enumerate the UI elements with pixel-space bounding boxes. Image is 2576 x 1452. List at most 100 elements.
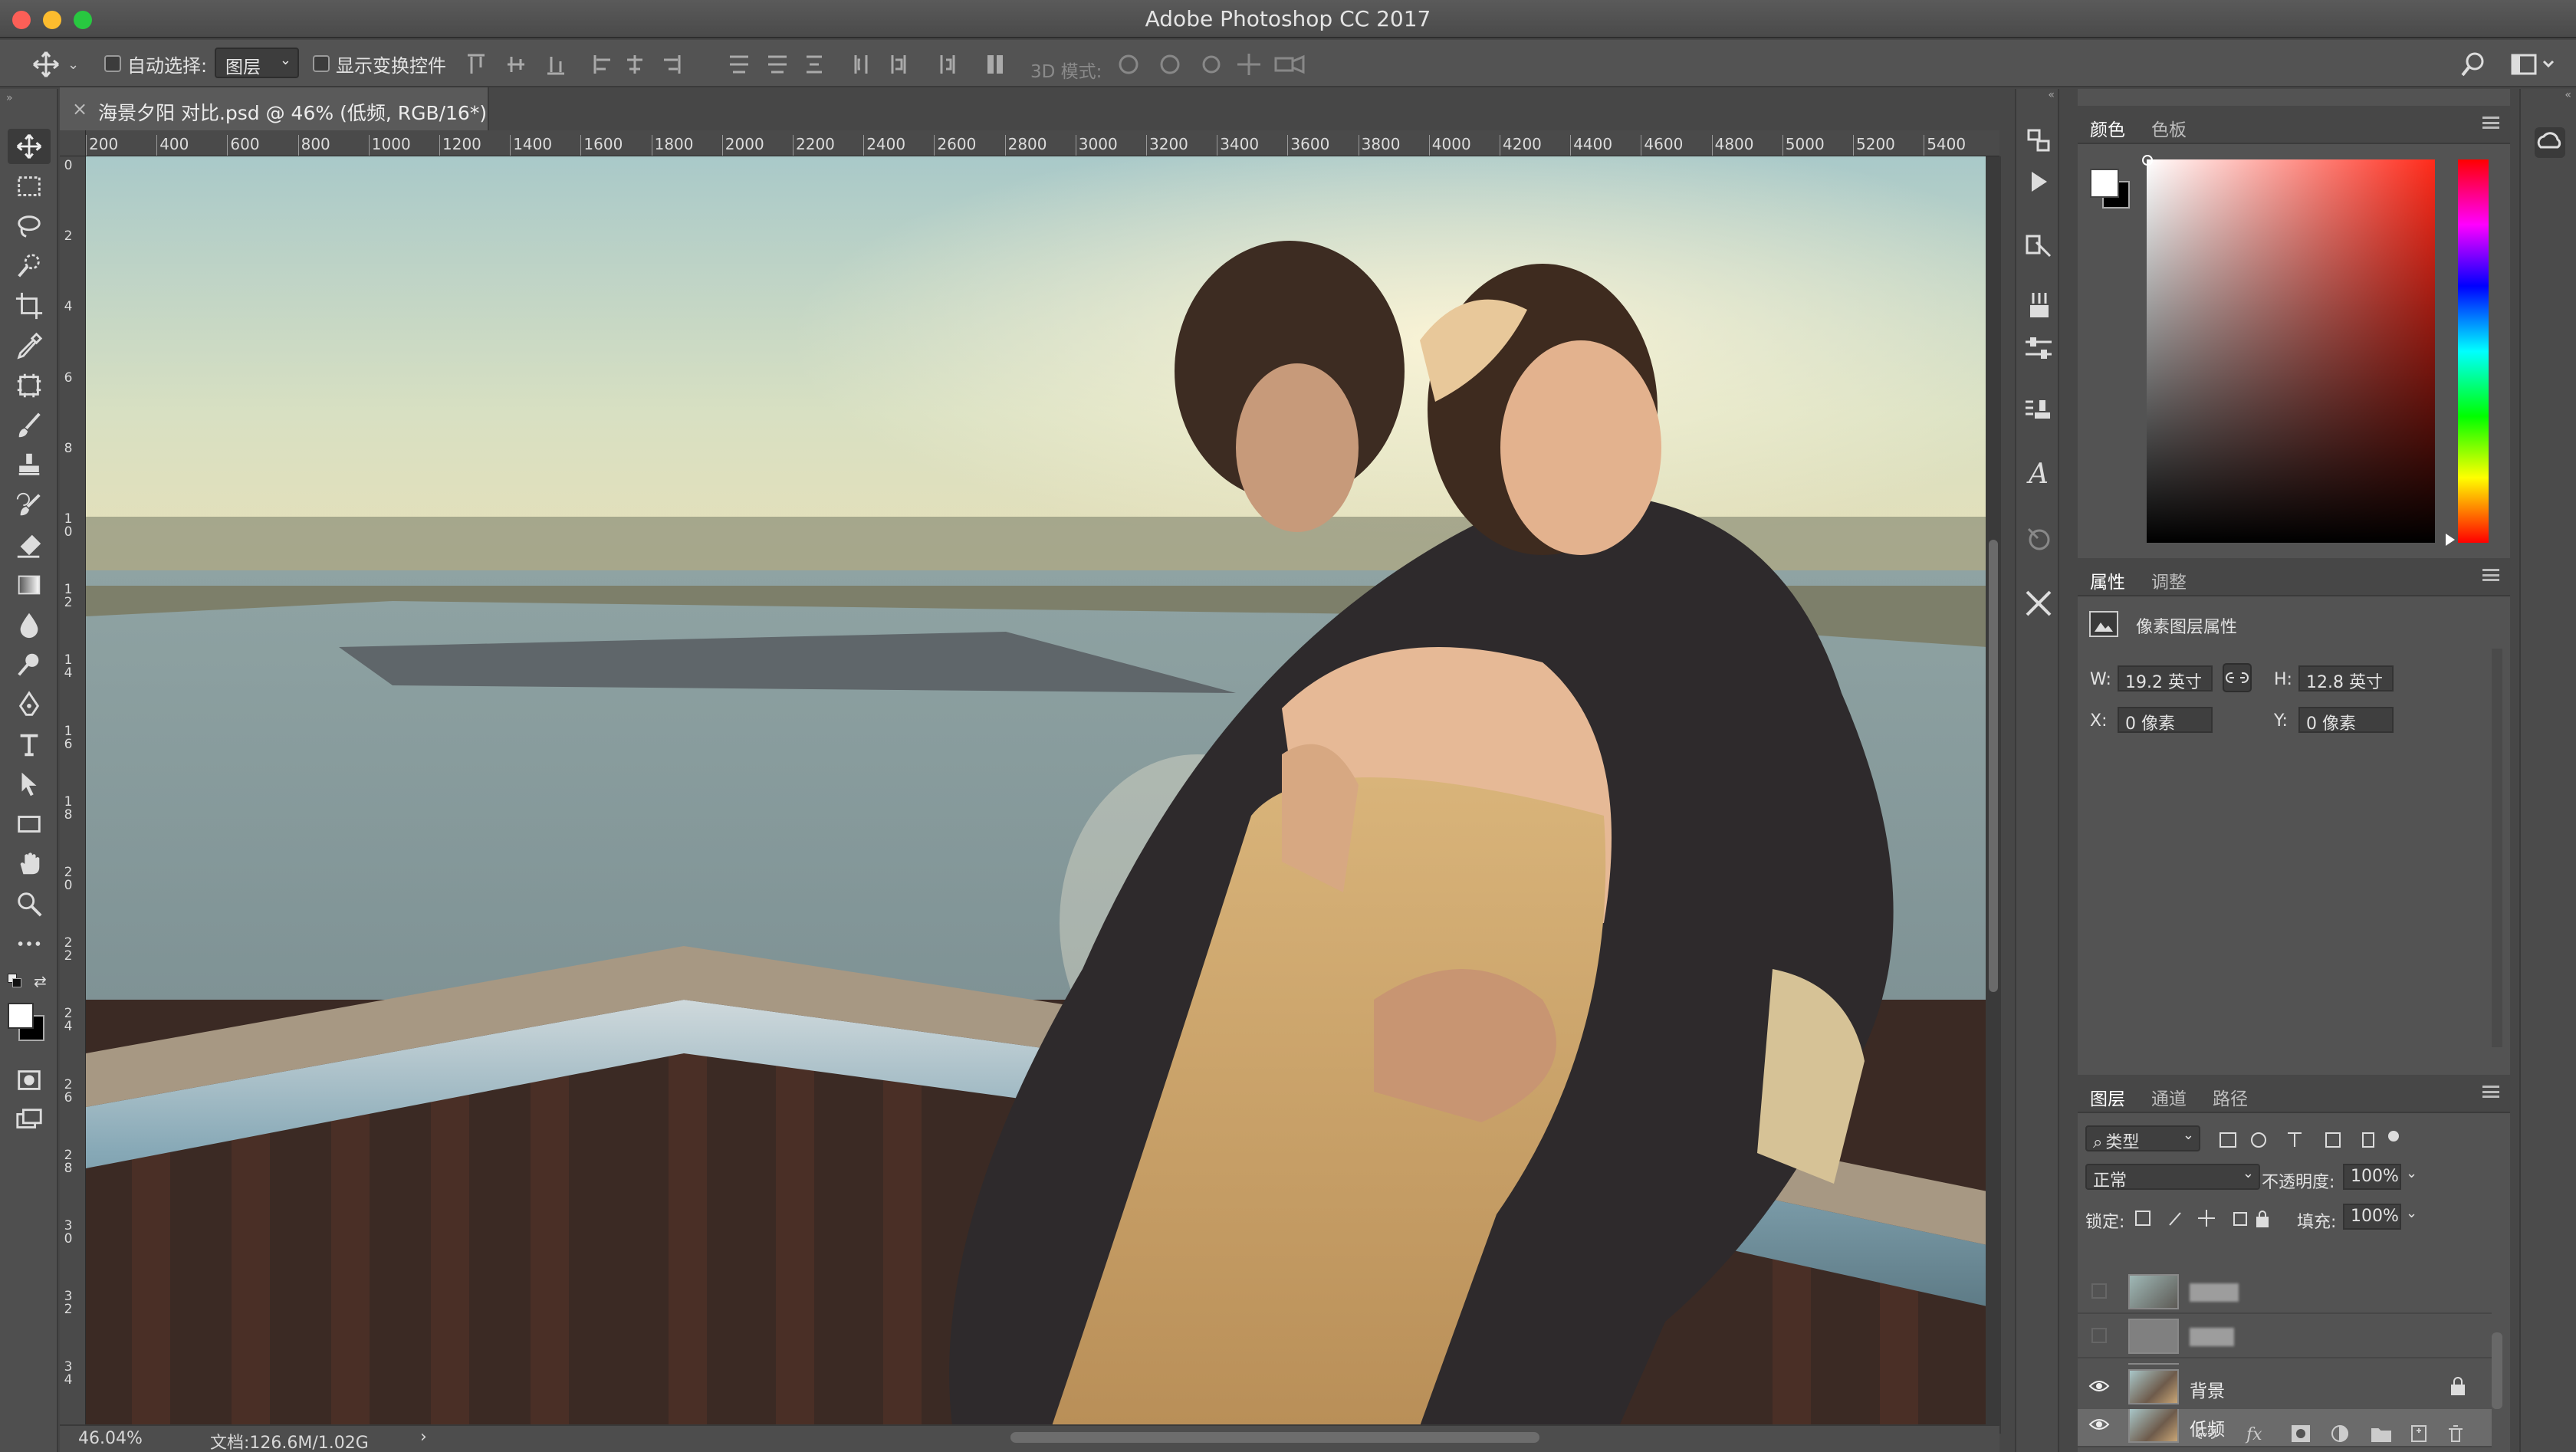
3d-mode-icons[interactable]: [1115, 51, 1314, 78]
eraser-tool[interactable]: [8, 527, 51, 563]
layers-scroll-thumb[interactable]: [2492, 1332, 2502, 1409]
swap-colors-icon[interactable]: ⇄: [34, 972, 47, 990]
blend-mode-dropdown[interactable]: 正常 ⌄: [2085, 1164, 2260, 1191]
visibility-toggle[interactable]: [2091, 1283, 2107, 1299]
tab-channels[interactable]: 通道: [2151, 1084, 2187, 1110]
creative-cloud-libraries-icon[interactable]: [2533, 126, 2567, 159]
crop-tool[interactable]: [8, 288, 51, 324]
zoom-level[interactable]: 46.04%: [78, 1429, 143, 1448]
layer-row[interactable]: [2078, 1270, 2492, 1314]
color-swatches[interactable]: [2087, 166, 2133, 212]
tab-swatches[interactable]: 色板: [2151, 115, 2187, 141]
horizontal-ruler[interactable]: 200 400 600 800 1000 1200 1400 1600 1800 2000 2200…: [60, 130, 1999, 156]
frame-tool[interactable]: [8, 368, 51, 403]
tool-presets-icon[interactable]: [2022, 523, 2055, 555]
fill-dropdown-arrow[interactable]: ⌄: [2406, 1205, 2417, 1221]
brushes-icon[interactable]: [2022, 290, 2055, 322]
dodge-tool[interactable]: [8, 647, 51, 682]
dock-collapse-icon[interactable]: «: [2016, 89, 2058, 103]
foreground-color-swatch[interactable]: [8, 1003, 34, 1029]
rectangle-tool[interactable]: [8, 806, 51, 842]
tab-properties[interactable]: 属性: [2090, 567, 2125, 593]
scissors-icon[interactable]: [2022, 587, 2055, 619]
show-transform-checkbox[interactable]: 显示变换控件: [313, 51, 446, 77]
zoom-tool[interactable]: [8, 886, 51, 921]
move-tool-icon[interactable]: [31, 49, 61, 80]
layers-footer-icons[interactable]: fx: [2194, 1420, 2470, 1447]
y-field[interactable]: 0 像素: [2298, 707, 2394, 734]
auto-align-icon[interactable]: [984, 52, 1007, 77]
eyedropper-tool[interactable]: [8, 328, 51, 363]
close-tab-icon[interactable]: ×: [72, 98, 87, 120]
tab-adjustments[interactable]: 调整: [2151, 567, 2187, 593]
layer-filter-dropdown[interactable]: ⌕ 类型 ⌄: [2085, 1125, 2200, 1152]
move-tool[interactable]: [8, 129, 51, 164]
layer-name[interactable]: 背景: [2190, 1376, 2225, 1402]
more-tools[interactable]: [8, 926, 51, 961]
x-field[interactable]: 0 像素: [2118, 707, 2213, 734]
rpanel-collapse-icon[interactable]: «: [2564, 89, 2571, 101]
properties-scrollbar[interactable]: [2492, 649, 2502, 1047]
auto-select-checkbox[interactable]: 自动选择:: [104, 51, 207, 77]
marquee-tool[interactable]: [8, 169, 51, 204]
stamp-tool[interactable]: [8, 448, 51, 483]
ruler-origin[interactable]: [60, 130, 86, 156]
document-tab[interactable]: × 海景夕阳 对比.psd @ 46% (低频, RGB/16*) *: [60, 87, 503, 130]
vertical-scroll-thumb[interactable]: [1989, 540, 1998, 992]
path-select-tool[interactable]: [8, 767, 51, 802]
height-field[interactable]: 12.8 英寸: [2298, 665, 2394, 692]
color-picker-field[interactable]: [2147, 159, 2435, 543]
layer-row[interactable]: [2078, 1314, 2492, 1358]
color-panel-menu-icon[interactable]: [2482, 117, 2499, 129]
tab-color[interactable]: 颜色: [2090, 115, 2125, 141]
adjustments-sliders-icon[interactable]: [2022, 333, 2055, 365]
brush-tool[interactable]: [8, 408, 51, 443]
hue-slider-marker[interactable]: [2446, 534, 2455, 546]
status-menu-arrow[interactable]: ›: [420, 1427, 427, 1447]
hand-tool[interactable]: [8, 846, 51, 882]
opacity-dropdown-arrow[interactable]: ⌄: [2406, 1165, 2417, 1181]
visibility-toggle[interactable]: [2091, 1328, 2107, 1343]
toolbar-collapse-icon[interactable]: »: [6, 92, 13, 104]
search-icon[interactable]: [2459, 51, 2487, 78]
quick-mask-tool[interactable]: [8, 1063, 51, 1098]
layer-filter-type-icons[interactable]: [2217, 1128, 2401, 1151]
gradient-tool[interactable]: [8, 567, 51, 603]
default-colors-icon[interactable]: [8, 974, 25, 990]
properties-panel-menu-icon[interactable]: [2482, 569, 2499, 581]
character-panel-icon[interactable]: A: [2022, 458, 2055, 491]
tab-layers[interactable]: 图层: [2090, 1084, 2125, 1110]
hue-slider[interactable]: [2458, 159, 2489, 543]
brush-settings-icon[interactable]: [2022, 230, 2055, 262]
vertical-scrollbar[interactable]: [1986, 156, 2001, 1434]
clone-source-icon[interactable]: [2022, 396, 2055, 428]
link-dimensions-icon[interactable]: [2222, 662, 2252, 693]
tab-paths[interactable]: 路径: [2213, 1084, 2248, 1110]
pen-tool[interactable]: [8, 687, 51, 722]
panel-foreground-swatch[interactable]: [2090, 169, 2119, 198]
color-picker-cursor[interactable]: [2142, 155, 2153, 166]
layer-row[interactable]: 背景: [2078, 1365, 2492, 1409]
horizontal-scroll-thumb[interactable]: [1010, 1432, 1539, 1443]
tool-preset-chevron-icon[interactable]: ⌄: [67, 57, 79, 73]
eye-icon[interactable]: [2088, 1415, 2110, 1434]
distribute-icons[interactable]: [851, 52, 966, 77]
type-tool[interactable]: [8, 727, 51, 762]
vertical-ruler[interactable]: 0246810121416182022242628303234: [60, 156, 86, 1434]
screen-mode-tool[interactable]: [8, 1102, 51, 1138]
canvas-image[interactable]: [86, 156, 1987, 1426]
align-icons[interactable]: [463, 52, 823, 77]
lock-options-icons[interactable]: [2133, 1207, 2271, 1230]
layers-panel-menu-icon[interactable]: [2482, 1086, 2499, 1098]
workspace-switcher-icon[interactable]: [2510, 52, 2556, 77]
history-panel-icon[interactable]: [2022, 124, 2055, 156]
blur-tool[interactable]: [8, 607, 51, 642]
width-field[interactable]: 19.2 英寸: [2118, 665, 2213, 692]
history-brush-tool[interactable]: [8, 488, 51, 523]
lasso-tool[interactable]: [8, 209, 51, 244]
quick-select-tool[interactable]: [8, 248, 51, 284]
opacity-field[interactable]: 100%: [2343, 1164, 2401, 1190]
fill-field[interactable]: 100%: [2343, 1204, 2401, 1230]
eye-icon[interactable]: [2088, 1377, 2110, 1395]
auto-select-target-dropdown[interactable]: 图层 ⌄: [215, 48, 299, 78]
